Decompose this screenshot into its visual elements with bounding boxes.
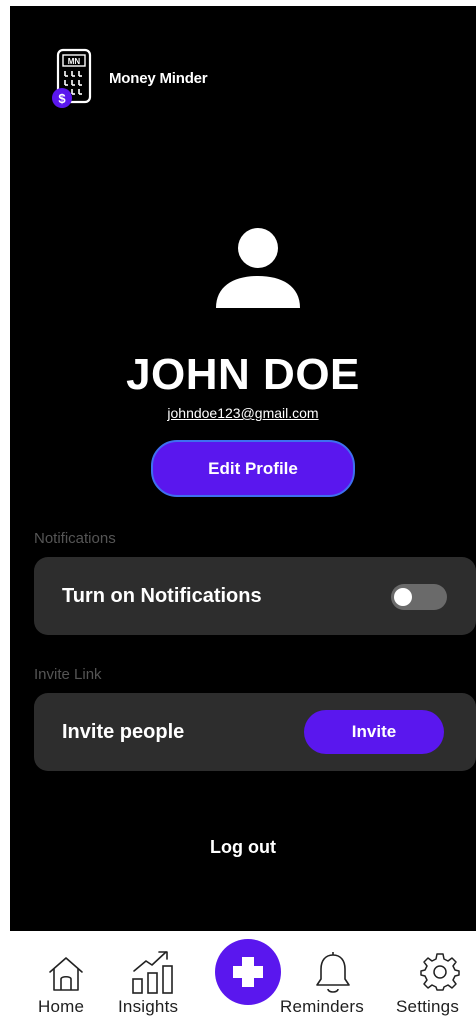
invite-people-label: Invite people (62, 721, 185, 743)
insights-icon (132, 951, 173, 994)
app-header: MN $ Money Minder (10, 6, 476, 116)
invite-button[interactable]: Invite (304, 710, 444, 754)
notifications-toggle[interactable] (391, 584, 447, 610)
nav-settings-label: Settings (396, 997, 460, 1016)
notifications-section-label: Notifications (34, 530, 116, 547)
plus-icon (233, 957, 263, 987)
app-title: Money Minder (109, 70, 208, 87)
toggle-knob (394, 588, 412, 606)
user-email[interactable]: johndoe123@gmail.com (10, 405, 476, 421)
nav-home-label: Home (38, 997, 85, 1016)
invite-card: Invite people Invite (34, 693, 476, 771)
nav-reminders[interactable]: Reminders (280, 931, 386, 1027)
user-avatar-icon (216, 228, 300, 308)
bottom-nav: Home Insights Reminders Settings (10, 931, 476, 1027)
app-logo-icon: MN $ (52, 48, 92, 108)
logo-text: MN (68, 57, 81, 66)
logout-button[interactable]: Log out (10, 837, 476, 858)
notifications-card: Turn on Notifications (34, 557, 476, 635)
logo-badge-text: $ (58, 91, 66, 106)
notifications-toggle-label: Turn on Notifications (62, 585, 262, 607)
nav-insights[interactable]: Insights (114, 931, 200, 1027)
invite-section-label: Invite Link (34, 666, 102, 683)
app-screen: MN $ Money Minder JOHN DOE johndoe123@gm… (10, 6, 476, 931)
user-name: JOHN DOE (126, 350, 360, 399)
add-button[interactable] (215, 939, 281, 1005)
nav-reminders-label: Reminders (280, 997, 364, 1016)
bell-icon (316, 952, 350, 993)
nav-settings[interactable]: Settings (396, 931, 476, 1027)
edit-profile-button[interactable]: Edit Profile (151, 440, 355, 497)
nav-home[interactable]: Home (32, 931, 102, 1027)
gear-icon (420, 953, 460, 991)
nav-insights-label: Insights (118, 997, 179, 1016)
home-icon (49, 957, 83, 991)
